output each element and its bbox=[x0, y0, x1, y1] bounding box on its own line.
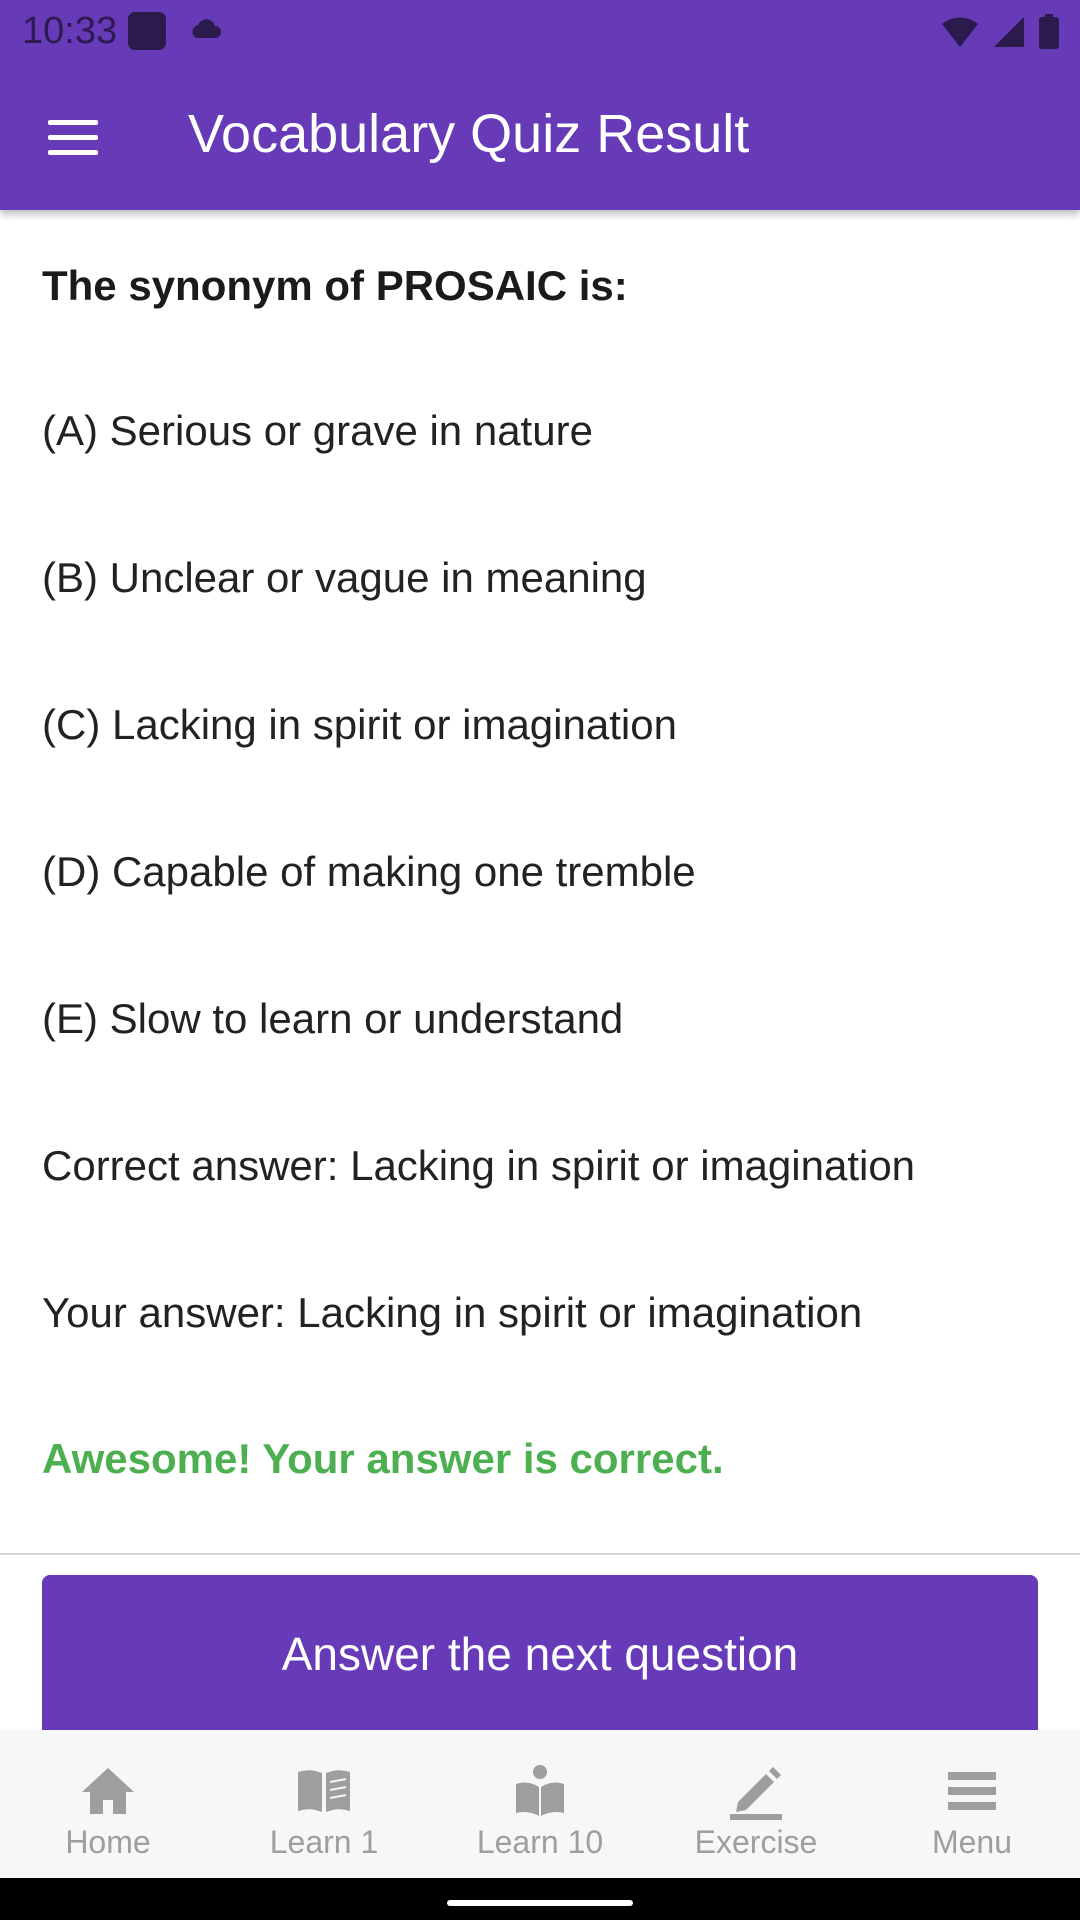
cellular-signal-icon bbox=[994, 17, 1024, 47]
wifi-icon bbox=[942, 17, 978, 47]
option-a: (A) Serious or grave in nature bbox=[42, 407, 593, 454]
next-question-button[interactable]: Answer the next question bbox=[42, 1575, 1038, 1735]
correct-answer-text: Correct answer: Lacking in spirit or ima… bbox=[42, 1142, 916, 1189]
nav-label: Learn 1 bbox=[269, 1824, 379, 1860]
page-title: Vocabulary Quiz Result bbox=[188, 104, 750, 164]
battery-icon bbox=[1039, 14, 1059, 49]
pencil-icon bbox=[730, 1767, 782, 1820]
quiz-result-content: The synonym of PROSAIC is: (A) Serious o… bbox=[0, 210, 1080, 1553]
nav-label: Home bbox=[65, 1824, 151, 1860]
bottom-navigation: Home Learn 1 Learn 10 Exercise Menu bbox=[0, 1730, 1080, 1878]
app-bar: Vocabulary Quiz Result bbox=[0, 63, 1080, 210]
nav-item-learn-1[interactable]: Learn 1 bbox=[216, 1730, 432, 1878]
nav-item-menu[interactable]: Menu bbox=[864, 1730, 1080, 1878]
hamburger-menu-icon[interactable] bbox=[30, 105, 116, 169]
nav-label: Exercise bbox=[694, 1824, 818, 1860]
book-icon bbox=[298, 1770, 350, 1812]
question-text: The synonym of PROSAIC is: bbox=[42, 262, 628, 309]
option-e: (E) Slow to learn or understand bbox=[42, 995, 624, 1042]
nav-label: Menu bbox=[931, 1824, 1013, 1860]
option-c: (C) Lacking in spirit or imagination bbox=[42, 701, 677, 748]
cloud-icon bbox=[192, 19, 221, 38]
option-d: (D) Capable of making one tremble bbox=[42, 848, 696, 895]
notification-app-icon bbox=[128, 12, 166, 50]
nav-item-learn-10[interactable]: Learn 10 bbox=[432, 1730, 648, 1878]
home-icon bbox=[82, 1768, 134, 1814]
divider bbox=[0, 1553, 1080, 1555]
option-b: (B) Unclear or vague in meaning bbox=[42, 554, 647, 601]
system-navigation-bar bbox=[0, 1878, 1080, 1920]
your-answer-text: Your answer: Lacking in spirit or imagin… bbox=[42, 1289, 863, 1336]
nav-item-exercise[interactable]: Exercise bbox=[648, 1730, 864, 1878]
reader-icon bbox=[516, 1765, 564, 1816]
status-bar: 10:33 bbox=[0, 0, 1080, 63]
feedback-message: Awesome! Your answer is correct. bbox=[42, 1435, 724, 1482]
home-gesture-handle[interactable] bbox=[447, 1900, 633, 1906]
nav-item-home[interactable]: Home bbox=[0, 1730, 216, 1878]
status-time: 10:33 bbox=[22, 10, 118, 52]
nav-label: Learn 10 bbox=[476, 1824, 604, 1860]
menu-icon bbox=[948, 1772, 996, 1810]
